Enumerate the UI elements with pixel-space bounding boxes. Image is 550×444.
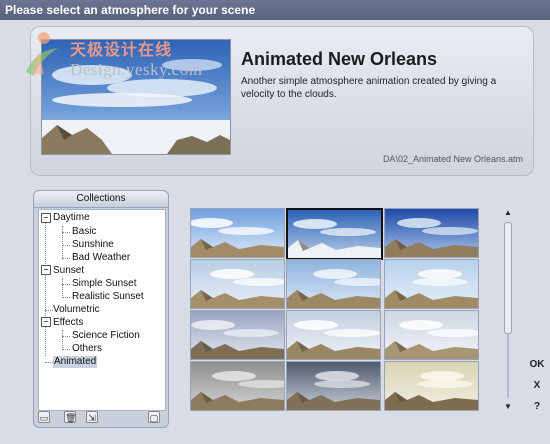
thumbnail-landscape-image bbox=[191, 311, 284, 359]
import-icon[interactable]: ⇲ bbox=[86, 411, 98, 423]
tree-connector bbox=[62, 349, 70, 350]
expander-sunset[interactable]: − bbox=[41, 265, 51, 275]
tree-item-bad-weather[interactable]: Bad Weather bbox=[72, 252, 130, 264]
thumbnail-scrollbar[interactable]: ▲ ▼ bbox=[503, 208, 513, 412]
thumbnail-landscape-image bbox=[385, 362, 478, 410]
scroll-down-arrow[interactable]: ▼ bbox=[503, 402, 513, 412]
atmosphere-thumbnail[interactable] bbox=[286, 208, 383, 260]
tree-connector bbox=[45, 362, 53, 363]
tree-item-animated[interactable]: Animated bbox=[53, 356, 98, 368]
collections-toolbar: ▭ 🗑 ⇲ ▢ bbox=[38, 411, 164, 423]
tree-item-daytime[interactable]: Daytime bbox=[53, 212, 90, 224]
tree-connector bbox=[62, 226, 63, 258]
atmosphere-thumbnail[interactable] bbox=[286, 259, 381, 309]
atmosphere-thumbnail[interactable] bbox=[190, 259, 285, 309]
atmosphere-thumbnail[interactable] bbox=[286, 310, 381, 360]
expander-daytime[interactable]: − bbox=[41, 213, 51, 223]
tree-connector bbox=[62, 336, 70, 337]
atmosphere-thumbnail[interactable] bbox=[190, 208, 285, 258]
tree-connector bbox=[62, 232, 70, 233]
new-collection-icon[interactable]: ▭ bbox=[38, 411, 50, 423]
tree-item-realistic-sunset[interactable]: Realistic Sunset bbox=[72, 291, 144, 303]
thumbnail-landscape-image bbox=[191, 362, 284, 410]
tree-connector bbox=[45, 310, 53, 311]
tree-item-simple-sunset[interactable]: Simple Sunset bbox=[72, 278, 136, 290]
atmosphere-thumbnail[interactable] bbox=[190, 310, 285, 360]
thumbnail-landscape-image bbox=[191, 209, 284, 257]
atmosphere-thumbnail[interactable] bbox=[286, 361, 381, 411]
thumbnail-landscape-image bbox=[287, 311, 380, 359]
scroll-up-arrow[interactable]: ▲ bbox=[503, 208, 513, 218]
tree-connector bbox=[45, 220, 46, 356]
preview-title: Animated New Orleans bbox=[241, 49, 438, 69]
tree-connector bbox=[62, 330, 63, 348]
atmosphere-thumbnail[interactable] bbox=[190, 361, 285, 411]
tree-connector bbox=[62, 284, 70, 285]
thumbnail-landscape-image bbox=[287, 362, 380, 410]
thumbnail-landscape-image bbox=[385, 260, 478, 308]
atmosphere-thumbnail[interactable] bbox=[384, 310, 479, 360]
expander-effects[interactable]: − bbox=[41, 317, 51, 327]
close-button[interactable]: X bbox=[528, 377, 546, 395]
preview-filename: DA\02_Animated New Orleans.atm bbox=[382, 154, 523, 164]
thumbnail-landscape-image bbox=[191, 260, 284, 308]
help-button[interactable]: ? bbox=[528, 398, 546, 416]
preview-landscape-image bbox=[42, 40, 230, 154]
tree-item-effects[interactable]: Effects bbox=[53, 317, 83, 329]
collections-tree: − Daytime Basic Sunshine Bad Weather − S… bbox=[38, 209, 166, 411]
tree-item-others[interactable]: Others bbox=[72, 343, 102, 355]
atmosphere-thumbnail[interactable] bbox=[384, 208, 479, 258]
tree-item-science-fiction[interactable]: Science Fiction bbox=[72, 330, 140, 342]
collections-panel: Collections − Daytime Basic Sunshine Bad… bbox=[33, 190, 169, 428]
tree-connector bbox=[62, 297, 70, 298]
dialog-title: Please select an atmosphere for your sce… bbox=[0, 0, 550, 20]
thumbnail-landscape-image bbox=[287, 260, 380, 308]
tree-connector bbox=[62, 278, 63, 296]
tree-connector bbox=[62, 258, 70, 259]
scroll-thumb[interactable] bbox=[504, 222, 512, 334]
tree-item-basic[interactable]: Basic bbox=[72, 226, 96, 238]
atmosphere-thumbnail[interactable] bbox=[384, 259, 479, 309]
tree-item-sunshine[interactable]: Sunshine bbox=[72, 239, 114, 251]
thumbnail-grid bbox=[185, 203, 515, 439]
thumbnail-landscape-image bbox=[288, 210, 381, 258]
atmosphere-thumbnail[interactable] bbox=[384, 361, 479, 411]
preview-panel: Animated New Orleans Another simple atmo… bbox=[30, 26, 534, 176]
thumbnail-landscape-image bbox=[385, 209, 478, 257]
tree-connector bbox=[62, 245, 70, 246]
delete-icon[interactable]: 🗑 bbox=[64, 411, 76, 423]
tree-item-volumetric[interactable]: Volumetric bbox=[53, 304, 100, 316]
preview-description: Another simple atmosphere animation crea… bbox=[241, 76, 497, 100]
lock-icon[interactable]: ▢ bbox=[148, 411, 160, 423]
preview-image bbox=[41, 39, 231, 155]
thumbnail-landscape-image bbox=[385, 311, 478, 359]
tree-item-sunset[interactable]: Sunset bbox=[53, 265, 84, 277]
ok-button[interactable]: OK bbox=[528, 356, 546, 374]
collections-header: Collections bbox=[34, 191, 168, 208]
